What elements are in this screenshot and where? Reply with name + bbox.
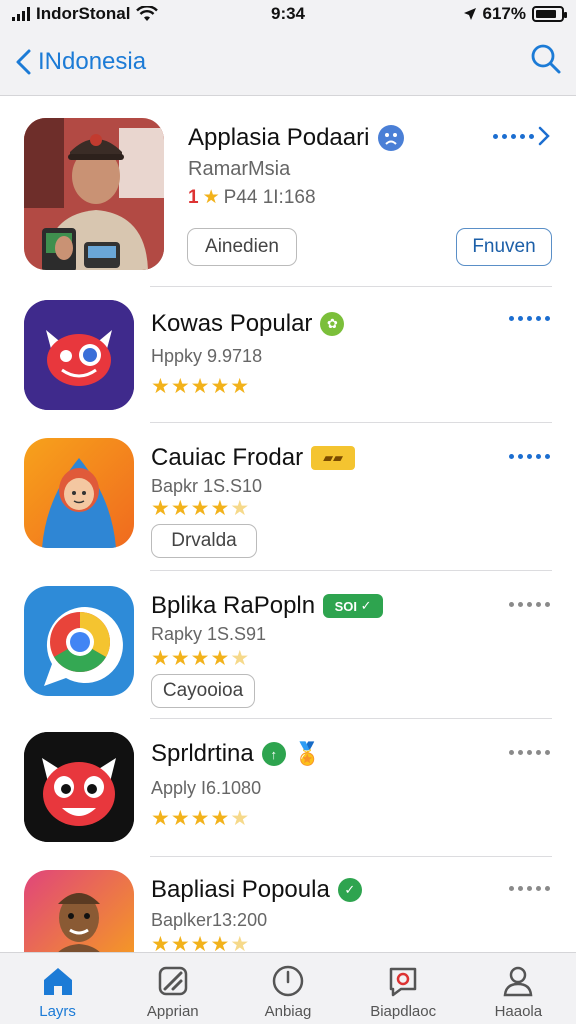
badge-icon: ✿: [320, 312, 345, 336]
back-label: INdonesia: [38, 47, 147, 75]
tab-home[interactable]: Layrs: [3, 963, 113, 1020]
app-title-text: Sprldrtina: [151, 740, 254, 767]
clock-icon: [272, 965, 304, 997]
app-icon-bapliasi: [24, 870, 134, 952]
app-action-button[interactable]: Drvalda: [151, 524, 257, 558]
location-icon: [463, 8, 476, 20]
tab-clock[interactable]: Anbiag: [233, 963, 343, 1020]
tab-chat[interactable]: Biapdlaoc: [348, 963, 458, 1020]
app-subtitle: Apply I6.1080: [151, 778, 262, 798]
star-icon: ★: [202, 187, 220, 208]
battery-percent: 617%: [482, 4, 526, 23]
app-title: Bapliasi Popoula ✓: [151, 876, 362, 904]
divider: [150, 422, 552, 423]
rating-stars: ★★★★★: [151, 807, 251, 830]
more-button[interactable]: [509, 886, 550, 891]
more-button[interactable]: [509, 316, 550, 321]
featured-title: Applasia Podaari: [188, 124, 405, 152]
app-subtitle: Bapkr 1S.S10: [151, 476, 263, 496]
more-dots-icon: [509, 454, 550, 459]
app-subtitle: Baplker13:200: [151, 910, 268, 930]
tab-apps[interactable]: Apprian: [118, 963, 228, 1020]
carrier-name: IndorStonal: [36, 4, 131, 23]
signal-icon: [12, 7, 30, 21]
tab-label: Apprian: [146, 1003, 199, 1020]
app-title: Sprldrtina ↑ 🏅: [151, 740, 321, 768]
rating-stars: ★★★★★: [151, 647, 251, 670]
more-dots-icon: [509, 316, 550, 321]
person-icon: [503, 966, 533, 997]
tab-label: Layrs: [39, 1003, 76, 1020]
status-badge: SOI ✓: [323, 594, 384, 618]
rating-stars: ★★★★★: [151, 375, 251, 398]
search-icon: [531, 44, 561, 74]
more-button[interactable]: [509, 750, 550, 755]
ticket-icon: ▰▰: [311, 446, 356, 470]
featured-image: [24, 118, 164, 270]
more-dots-icon: [509, 750, 550, 755]
check-icon: ✓: [337, 878, 362, 902]
app-title: Bplika RaPopln SOI ✓: [151, 592, 384, 620]
app-subtitle: Rapky 1S.S91: [151, 624, 267, 644]
rating-text: P44 1I:168: [223, 186, 316, 208]
battery-icon: [532, 6, 567, 22]
more-dots-icon: [509, 886, 550, 891]
app-icon-kowas: [24, 300, 134, 410]
featured-title-text: Applasia Podaari: [188, 124, 370, 151]
award-icon: 🏅: [293, 741, 322, 766]
featured-secondary-button[interactable]: Ainedien: [187, 228, 297, 266]
rating-stars: ★★★★★: [151, 497, 251, 520]
list-item[interactable]: Bplika RaPopln SOI ✓ Rapky 1S.S91 ★★★★★ …: [0, 584, 576, 714]
search-button[interactable]: [530, 43, 562, 80]
list-item[interactable]: Cauiac Frodar ▰▰ Bapkr 1S.S10 ★★★★★ Drva…: [0, 436, 576, 566]
up-arrow-icon: ↑: [261, 742, 286, 766]
app-icon-bplika: [24, 586, 134, 696]
list-item[interactable]: Bapliasi Popoula ✓ Baplker13:200 ★★★★★: [0, 868, 576, 952]
more-dots-icon: [509, 602, 550, 607]
featured-more-button[interactable]: [493, 126, 550, 146]
tab-bar: Layrs Apprian Anbiag Biapdlaoc Haaola: [0, 952, 576, 1024]
status-left: IndorStonal: [12, 4, 159, 24]
list-item[interactable]: Kowas Popular ✿ Hppky 9.9718 ★★★★★: [0, 298, 576, 418]
featured-get-button[interactable]: Fnuven: [456, 228, 552, 266]
app-title: Kowas Popular ✿: [151, 310, 345, 338]
rating-number: 1: [188, 186, 199, 208]
app-action-button[interactable]: Cayooioa: [151, 674, 255, 708]
apps-icon: [158, 966, 188, 996]
home-icon: [43, 968, 72, 995]
more-button[interactable]: [509, 602, 550, 607]
chevron-left-icon: [16, 49, 31, 74]
tab-label: Anbiag: [264, 1003, 312, 1020]
tab-label: Haaola: [494, 1003, 543, 1020]
sad-face-icon: [378, 125, 405, 151]
divider: [150, 856, 552, 857]
back-button[interactable]: INdonesia: [14, 48, 146, 76]
chevron-right-icon: [538, 126, 550, 146]
featured-developer: RamarMsia: [188, 158, 291, 180]
app-title-text: Bplika RaPopln: [151, 592, 316, 619]
app-title-text: Bapliasi Popoula: [151, 876, 330, 903]
app-subtitle: Hppky 9.9718: [151, 346, 263, 366]
more-dots-icon: [493, 133, 534, 139]
more-button[interactable]: [509, 454, 550, 459]
status-bar: IndorStonal 9:34 617%: [0, 0, 576, 28]
app-title-text: Cauiac Frodar: [151, 444, 304, 471]
chat-icon: [389, 967, 417, 997]
rating-stars: ★★★★★: [151, 933, 251, 952]
list-item[interactable]: Sprldrtina ↑ 🏅 Apply I6.1080 ★★★★★: [0, 730, 576, 850]
divider: [150, 286, 552, 287]
app-title: Cauiac Frodar ▰▰: [151, 444, 356, 472]
app-title-text: Kowas Popular: [151, 310, 313, 337]
featured-rating: 1 ★ P44 1I:168: [188, 186, 316, 209]
tab-label: Biapdlaoc: [370, 1003, 437, 1020]
app-icon-cauiac: [24, 438, 134, 548]
divider: [150, 718, 552, 719]
app-icon-sprldrtina: [24, 732, 134, 842]
divider: [150, 570, 552, 571]
featured-app[interactable]: Applasia Podaari RamarMsia 1 ★ P44 1I:16…: [0, 112, 576, 282]
tab-profile[interactable]: Haaola: [463, 963, 573, 1020]
status-right: 617%: [463, 4, 567, 24]
nav-bar: INdonesia: [0, 28, 576, 96]
wifi-icon: [136, 6, 159, 21]
